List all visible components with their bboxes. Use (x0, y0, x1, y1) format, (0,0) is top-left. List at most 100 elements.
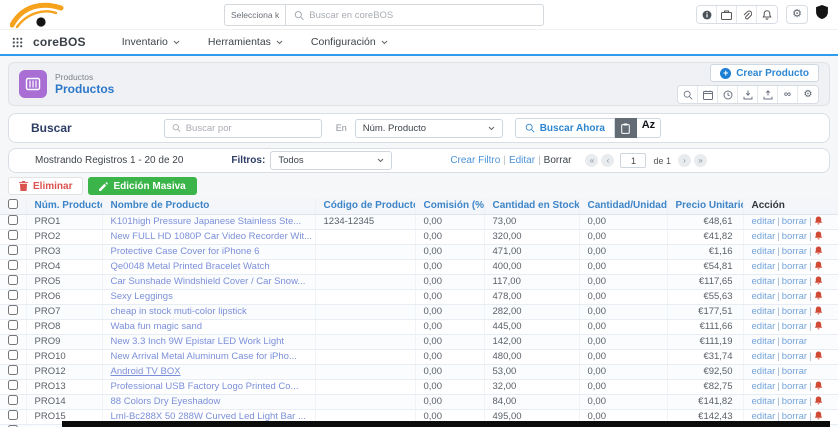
delete-link[interactable]: borrar (782, 231, 807, 242)
edit-filter-link[interactable]: Editar (509, 155, 535, 166)
search-input[interactable] (186, 123, 314, 134)
delete-link[interactable]: borrar (782, 351, 807, 362)
delete-link[interactable]: borrar (782, 366, 807, 377)
edit-link[interactable]: editar (752, 291, 776, 302)
delete-link[interactable]: borrar (782, 291, 807, 302)
page-number-input[interactable] (620, 153, 646, 168)
product-link[interactable]: New FULL HD 1080P Car Video Recorder Wit… (111, 231, 313, 242)
delete-link[interactable]: borrar (782, 411, 807, 422)
search-field-select[interactable]: Núm. Producto (355, 119, 503, 138)
page-title[interactable]: Productos (55, 82, 114, 96)
info-icon[interactable] (697, 6, 717, 23)
search-now-button[interactable]: Buscar Ahora (515, 118, 615, 138)
row-checkbox[interactable] (8, 335, 18, 345)
product-link[interactable]: Sexy Leggings (111, 291, 173, 302)
delete-link[interactable]: borrar (782, 321, 807, 332)
delete-link[interactable]: borrar (782, 396, 807, 407)
delete-link[interactable]: borrar (782, 216, 807, 227)
product-link[interactable]: New Arrival Metal Aluminum Case for iPho… (111, 351, 297, 362)
briefcase-icon[interactable] (717, 6, 737, 23)
row-checkbox[interactable] (8, 320, 18, 330)
create-filter-link[interactable]: Crear Filtro (450, 155, 500, 166)
merge-icon[interactable]: ∞ (778, 86, 798, 103)
edit-link[interactable]: editar (752, 216, 776, 227)
alert-bell-icon[interactable] (814, 321, 823, 333)
product-link[interactable]: Qe0048 Metal Printed Bracelet Watch (111, 261, 270, 272)
row-checkbox[interactable] (8, 290, 18, 300)
edit-link[interactable]: editar (752, 366, 776, 377)
alert-bell-icon[interactable] (814, 276, 823, 288)
sort-alphabetical-button[interactable]: Az (637, 118, 661, 138)
edit-link[interactable]: editar (752, 231, 776, 242)
mass-edit-button[interactable]: Edición Masiva (88, 177, 196, 195)
product-link[interactable]: Professional USB Factory Logo Printed Co… (111, 381, 299, 392)
alert-bell-icon[interactable] (814, 291, 823, 303)
export-icon[interactable] (758, 86, 778, 103)
row-checkbox[interactable] (8, 260, 18, 270)
next-page-button[interactable]: › (678, 154, 691, 167)
delete-filter-link[interactable]: Borrar (544, 155, 572, 166)
create-product-button[interactable]: + Crear Producto (710, 64, 819, 82)
row-checkbox[interactable] (8, 395, 18, 405)
edit-link[interactable]: editar (752, 261, 776, 272)
filter-select[interactable]: Todos (270, 151, 392, 170)
product-link[interactable]: cheap in stock muti-color lipstick (111, 306, 247, 317)
product-link[interactable]: 88 Colors Dry Eyeshadow (111, 396, 221, 407)
header-price[interactable]: Precio Unitario (667, 198, 743, 214)
delete-link[interactable]: borrar (782, 306, 807, 317)
calendar-icon[interactable] (698, 86, 718, 103)
alert-bell-icon[interactable] (814, 216, 823, 228)
product-link[interactable]: Car Sunshade Windshield Cover / Car Snow… (111, 276, 306, 287)
bell-icon[interactable] (757, 6, 777, 23)
edit-link[interactable]: editar (752, 246, 776, 257)
product-link[interactable]: Waba fun magic sand (111, 321, 203, 332)
global-search-input[interactable] (309, 10, 535, 21)
alert-bell-icon[interactable] (814, 351, 823, 363)
delete-link[interactable]: borrar (782, 336, 807, 347)
row-checkbox[interactable] (8, 365, 18, 375)
product-link[interactable]: Android TV BOX (111, 366, 181, 377)
header-code[interactable]: Código de Producto (315, 198, 415, 214)
edit-link[interactable]: editar (752, 351, 776, 362)
gear-icon[interactable]: ⚙ (798, 86, 818, 103)
delete-button[interactable]: Eliminar (8, 177, 83, 195)
edit-link[interactable]: editar (752, 411, 776, 422)
edit-link[interactable]: editar (752, 381, 776, 392)
alert-bell-icon[interactable] (814, 231, 823, 243)
header-name[interactable]: Nombre de Producto (102, 198, 315, 214)
row-checkbox[interactable] (8, 230, 18, 240)
header-stock[interactable]: Cantidad en Stock (484, 198, 579, 214)
row-checkbox[interactable] (8, 245, 18, 255)
row-checkbox[interactable] (8, 350, 18, 360)
delete-link[interactable]: borrar (782, 261, 807, 272)
product-link[interactable]: New 3.3 Inch 9W Epistar LED Work Light (111, 336, 285, 347)
edit-link[interactable]: editar (752, 336, 776, 347)
header-qty-unit[interactable]: Cantidad/Unidad (579, 198, 667, 214)
delete-link[interactable]: borrar (782, 276, 807, 287)
prev-page-button[interactable]: ‹ (601, 154, 614, 167)
delete-link[interactable]: borrar (782, 381, 807, 392)
row-checkbox[interactable] (8, 305, 18, 315)
alert-bell-icon[interactable] (814, 261, 823, 273)
row-checkbox[interactable] (8, 275, 18, 285)
clock-icon[interactable] (718, 86, 738, 103)
edit-link[interactable]: editar (752, 321, 776, 332)
global-search-module-select[interactable]: Selecciona k (224, 4, 286, 26)
row-checkbox[interactable] (8, 410, 18, 420)
alert-bell-icon[interactable] (814, 306, 823, 318)
header-commission[interactable]: Comisión (%) (415, 198, 484, 214)
last-page-button[interactable]: » (694, 154, 707, 167)
settings-button[interactable]: ⚙ (786, 5, 808, 24)
import-icon[interactable] (738, 86, 758, 103)
edit-link[interactable]: editar (752, 276, 776, 287)
alert-bell-icon[interactable] (814, 381, 823, 393)
select-all-checkbox[interactable] (8, 199, 18, 209)
alert-bell-icon[interactable] (814, 396, 823, 408)
header-num[interactable]: Núm. Producto (26, 198, 102, 214)
edit-link[interactable]: editar (752, 396, 776, 407)
delete-link[interactable]: borrar (782, 246, 807, 257)
menu-item-inventario[interactable]: Inventario (122, 36, 180, 48)
shield-icon[interactable] (816, 5, 828, 24)
clipboard-button[interactable] (615, 118, 637, 138)
edit-link[interactable]: editar (752, 306, 776, 317)
